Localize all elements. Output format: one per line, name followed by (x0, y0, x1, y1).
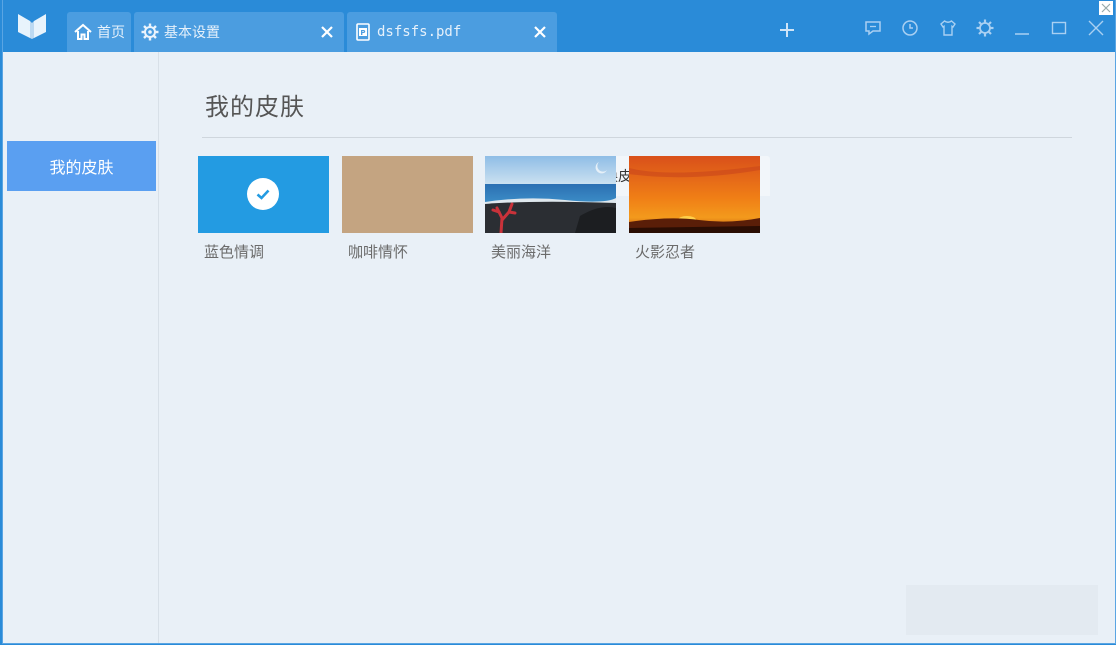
tab-home-label: 首页 (97, 25, 125, 41)
gear-icon (140, 22, 160, 42)
tab-home[interactable]: 首页 (67, 12, 131, 52)
skin-thumbnail (485, 156, 616, 233)
svg-text:P: P (360, 29, 365, 37)
close-window-button[interactable] (1084, 16, 1108, 40)
tab-pdf[interactable]: P dsfsfs.pdf (347, 12, 557, 52)
corner-close-icon[interactable] (1099, 0, 1113, 15)
gear-icon (976, 19, 994, 37)
skin-card-ocean[interactable]: 美丽海洋 (485, 156, 616, 262)
close-icon[interactable] (531, 23, 549, 41)
new-tab-button[interactable] (773, 16, 801, 44)
minimize-icon (1015, 33, 1029, 35)
faded-overlay-panel (906, 585, 1098, 635)
maximize-button[interactable] (1047, 16, 1071, 40)
skin-thumbnail (342, 156, 473, 233)
skin-thumbnail (198, 156, 329, 233)
app-logo-icon (17, 12, 47, 40)
pdf-file-icon: P (353, 22, 373, 42)
close-icon[interactable] (318, 23, 336, 41)
skin-name: 咖啡情怀 (348, 243, 409, 261)
skin-thumbnail (629, 156, 760, 233)
clock-icon (902, 20, 918, 36)
history-button[interactable] (898, 16, 922, 40)
plus-icon (780, 23, 794, 37)
skin-card-sunset[interactable]: 火影忍者 (629, 156, 760, 262)
tab-settings[interactable]: 基本设置 (134, 12, 344, 52)
page-title: 我的皮肤 (205, 93, 305, 121)
skin-button[interactable] (936, 16, 960, 40)
settings-button[interactable] (973, 16, 997, 40)
shirt-icon (940, 20, 956, 36)
skin-card-coffee[interactable]: 咖啡情怀 (342, 156, 473, 262)
skin-card-blue[interactable]: 蓝色情调 (198, 156, 329, 262)
selected-check-icon (247, 178, 279, 210)
sidebar: 我的皮肤 (3, 52, 159, 643)
feedback-button[interactable] (861, 16, 885, 40)
skin-name: 美丽海洋 (491, 243, 552, 261)
skin-name: 蓝色情调 (204, 243, 265, 261)
sidebar-item-my-skins[interactable]: 我的皮肤 (7, 141, 156, 191)
close-icon (1088, 20, 1104, 36)
tab-settings-label: 基本设置 (164, 25, 220, 41)
chat-icon (865, 21, 881, 36)
minimize-button[interactable] (1010, 16, 1034, 40)
app-window: 首页 基本设置 P dsfsfs.pdf 更换皮肤 我的皮肤 我的皮肤 蓝色情调… (2, 0, 1116, 644)
maximize-icon (1051, 21, 1067, 35)
sidebar-item-label: 我的皮肤 (49, 158, 114, 177)
tab-pdf-label: dsfsfs.pdf (377, 24, 462, 40)
title-bar: 首页 基本设置 P dsfsfs.pdf 更换皮肤 (3, 0, 1115, 196)
skin-name: 火影忍者 (635, 243, 696, 261)
home-icon (73, 22, 93, 42)
title-divider (202, 137, 1072, 138)
